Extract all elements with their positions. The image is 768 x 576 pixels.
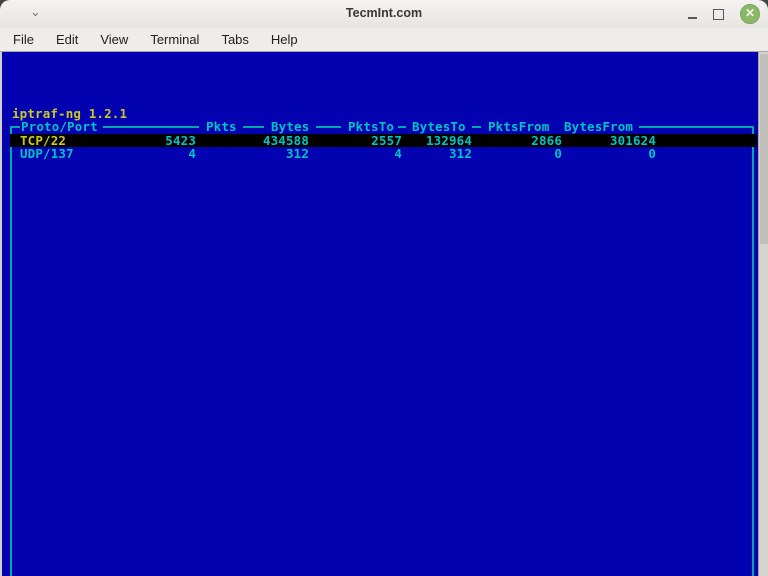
header-rule [472, 126, 481, 128]
maximize-button[interactable] [713, 9, 724, 20]
table-border-right [752, 126, 754, 576]
col-header-bytesfrom: BytesFrom [564, 120, 633, 133]
menu-item-edit[interactable]: Edit [45, 29, 89, 50]
col-header-pktsto: PktsTo [348, 120, 394, 133]
col-header-proto-port: Proto/Port [21, 120, 98, 133]
col-header-bytesto: BytesTo [412, 120, 466, 133]
window-title: TecmInt.com [0, 6, 768, 20]
row-bytes: 312 [233, 147, 309, 160]
terminal-window: ⌄ TecmInt.com ✕ File Edit View Terminal … [0, 0, 768, 576]
header-rule [398, 126, 406, 128]
menu-bar: File Edit View Terminal Tabs Help [0, 28, 768, 52]
window-controls: ✕ [688, 0, 760, 28]
menu-item-terminal[interactable]: Terminal [139, 29, 210, 50]
row-bytesto: 312 [396, 147, 472, 160]
menu-item-file[interactable]: File [2, 29, 45, 50]
header-rule [10, 126, 20, 128]
row-pkts: 4 [120, 147, 196, 160]
row-pktsfrom: 0 [486, 147, 562, 160]
row-pkts: 5423 [120, 134, 196, 147]
scrollbar-thumb[interactable] [760, 54, 768, 244]
header-rule [639, 126, 752, 128]
col-header-pkts: Pkts [206, 120, 237, 133]
row-proto: UDP/137 [20, 147, 74, 160]
terminal-scrollbar[interactable] [758, 52, 768, 576]
col-header-pktsfrom: PktsFrom [488, 120, 549, 133]
row-pktsto: 4 [326, 147, 402, 160]
header-rule [103, 126, 199, 128]
row-bytesfrom: 0 [580, 147, 656, 160]
col-header-bytes: Bytes [271, 120, 309, 133]
menu-item-help[interactable]: Help [260, 29, 309, 50]
minimize-button[interactable] [688, 17, 697, 19]
titlebar[interactable]: ⌄ TecmInt.com ✕ [0, 0, 768, 29]
menu-item-view[interactable]: View [89, 29, 139, 50]
table-border-left [10, 126, 12, 576]
close-button[interactable]: ✕ [740, 4, 760, 24]
header-rule [243, 126, 264, 128]
header-rule [316, 126, 341, 128]
menu-item-tabs[interactable]: Tabs [210, 29, 259, 50]
row-pktsto: 2557 [326, 134, 402, 147]
row-pktsfrom: 2866 [486, 134, 562, 147]
terminal-screen[interactable]: iptraf-ng 1.2.1 Proto/Port Pkts Bytes Pk… [0, 52, 758, 576]
row-bytesfrom: 301624 [580, 134, 656, 147]
